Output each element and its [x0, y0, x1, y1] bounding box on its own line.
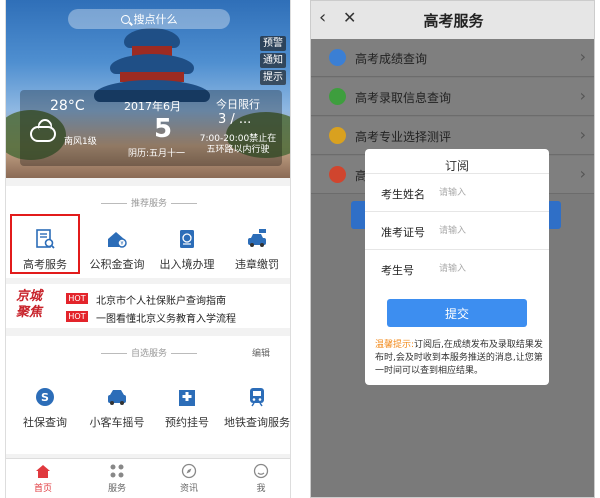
admission-ticket-field: 准考证号	[365, 211, 549, 249]
tip-text: 温馨提示:订阅后,在成绩发布及录取结果发布时,会及时收到本服务推送的消息,让您第…	[375, 339, 545, 378]
field-label: 准考证号	[381, 226, 425, 239]
news-logo: 京城聚焦	[16, 289, 43, 320]
home-icon	[36, 465, 50, 478]
service-label: 预约挂号	[165, 416, 209, 429]
news-section: 京城聚焦 HOT 北京市个人社保账户查询指南 HOT 一图看懂北京义务教育入学流…	[6, 284, 290, 328]
student-number-field: 考生号	[365, 249, 549, 287]
service-label: 违章缴罚	[235, 258, 279, 271]
chevron-right-icon: ›	[579, 47, 586, 66]
temple-roof-mid	[110, 54, 194, 74]
subscribe-dialog: 订阅 考生姓名 准考证号 考生号 提交 温馨提示:订阅后,在成绩发布及录取结果发…	[365, 149, 549, 385]
search-placeholder: 搜点什么	[133, 13, 178, 26]
car-ticket-icon	[248, 229, 266, 247]
student-name-field: 考生姓名	[365, 173, 549, 211]
tab-label: 资讯	[179, 484, 198, 494]
passport-icon	[180, 230, 194, 248]
dialog-title: 订阅	[444, 159, 469, 173]
grid-icon	[110, 464, 124, 478]
lunar-date: 阴历:五月十一	[128, 149, 186, 159]
news-link[interactable]: 一图看懂北京义务教育入学流程	[96, 310, 236, 325]
service-traffic-fine[interactable]: 违章缴罚	[222, 228, 290, 272]
submit-button[interactable]: 提交	[387, 299, 527, 327]
cloud-icon	[30, 126, 56, 142]
service-car-lottery[interactable]: 小客车摇号	[82, 386, 152, 430]
news-link[interactable]: 北京市个人社保账户查询指南	[96, 292, 226, 307]
user-face-icon	[253, 463, 269, 479]
list-item-admission-query[interactable]: 高考录取信息查询 ›	[311, 78, 594, 116]
service-label: 小客车摇号	[89, 416, 145, 429]
svg-text:¥: ¥	[120, 241, 123, 247]
chevron-right-icon: ›	[579, 125, 586, 144]
assessment-icon	[329, 127, 346, 144]
selected-services: 自选服务 编辑 S 社保查询 小客车摇号 预约挂号 地铁查询服务	[6, 336, 290, 454]
page-title: 高考服务	[423, 12, 484, 30]
tab-label: 我	[256, 484, 266, 494]
student-name-input[interactable]	[439, 185, 539, 201]
tab-home[interactable]: 首页	[18, 463, 68, 494]
service-label: 社保查询	[23, 416, 67, 429]
nav-header: ‹ ✕ 高考服务	[311, 1, 594, 39]
tab-me[interactable]: 我	[236, 463, 286, 494]
house-coin-icon: ¥	[108, 232, 127, 248]
temple-roof-top	[124, 28, 180, 48]
score-icon	[329, 49, 346, 66]
traffic-limit-numbers: 3 / ...	[218, 112, 252, 127]
bottom-tab-bar: 首页 服务 资讯 我	[6, 458, 290, 498]
admission-ticket-input[interactable]	[439, 223, 539, 239]
temperature: 28°C	[50, 98, 85, 114]
tab-services[interactable]: 服务	[92, 463, 142, 494]
edit-button[interactable]: 编辑	[252, 346, 270, 359]
chevron-right-icon: ›	[579, 164, 586, 183]
tab-news[interactable]: 资讯	[164, 463, 214, 494]
service-label: 地铁查询服务	[224, 416, 290, 429]
alert-button[interactable]: 预警	[260, 36, 286, 51]
search-bar[interactable]: 搜点什么	[68, 9, 230, 29]
recommended-heading: 推荐服务	[6, 196, 290, 209]
month-label: 2017年6月	[124, 100, 181, 113]
car-icon	[108, 390, 126, 405]
list-item-label: 高考成绩查询	[355, 52, 428, 66]
search-icon	[120, 14, 130, 24]
hot-badge: HOT	[66, 311, 88, 322]
social-security-icon: S	[36, 388, 54, 406]
background-button	[547, 201, 561, 229]
subway-icon	[250, 388, 264, 407]
weather-card: 28°C 南风1级 2017年6月 5 阴历:五月十一 今日限行 3 / ...…	[20, 90, 282, 166]
notice-button[interactable]: 通知	[260, 53, 286, 68]
list-item-label: 高考专业选择测评	[355, 130, 452, 144]
hot-badge: HOT	[66, 293, 88, 304]
gaokao-highlight-box	[10, 214, 80, 274]
compass-icon	[181, 463, 197, 479]
traffic-limit-label: 今日限行	[216, 98, 260, 111]
service-exit-entry[interactable]: 出入境办理	[152, 228, 222, 272]
service-label: 出入境办理	[159, 258, 215, 271]
chevron-right-icon: ›	[579, 86, 586, 105]
list-item-score-query[interactable]: 高考成绩查询 ›	[311, 39, 594, 77]
list-item-label: 高考录取信息查询	[355, 91, 452, 105]
field-label: 考生号	[381, 264, 414, 277]
hero-banner: 搜点什么 预警 通知 提示 28°C 南风1级 2017年6月 5 阴历:五月十…	[6, 0, 290, 178]
tab-label: 首页	[33, 484, 52, 494]
home-screen: 搜点什么 预警 通知 提示 28°C 南风1级 2017年6月 5 阴历:五月十…	[5, 0, 291, 498]
gaokao-service-screen: ‹ ✕ 高考服务 高考成绩查询 › 高考录取信息查询 › 高考专业选择测评 › …	[310, 0, 595, 498]
day-number: 5	[154, 114, 173, 144]
service-housing-fund[interactable]: ¥ 公积金查询	[82, 228, 152, 272]
admission-icon	[329, 88, 346, 105]
tab-label: 服务	[107, 484, 126, 494]
field-label: 考生姓名	[381, 188, 425, 201]
student-number-input[interactable]	[439, 261, 539, 277]
service-social-security[interactable]: S 社保查询	[10, 386, 80, 430]
service-subway[interactable]: 地铁查询服务	[222, 386, 290, 430]
wind-level: 南风1级	[64, 137, 97, 147]
traffic-limit-text: 7:00-20:00禁止在五环路以内行驶	[199, 134, 277, 155]
hospital-icon	[179, 390, 195, 406]
tip-heading: 温馨提示:	[375, 340, 415, 350]
service-hospital-appointment[interactable]: 预约挂号	[152, 386, 222, 430]
selected-heading: 自选服务	[6, 346, 290, 359]
service-label: 公积金查询	[89, 258, 145, 271]
svg-text:S: S	[41, 391, 49, 404]
globe-icon	[329, 166, 346, 183]
tip-button[interactable]: 提示	[260, 70, 286, 85]
